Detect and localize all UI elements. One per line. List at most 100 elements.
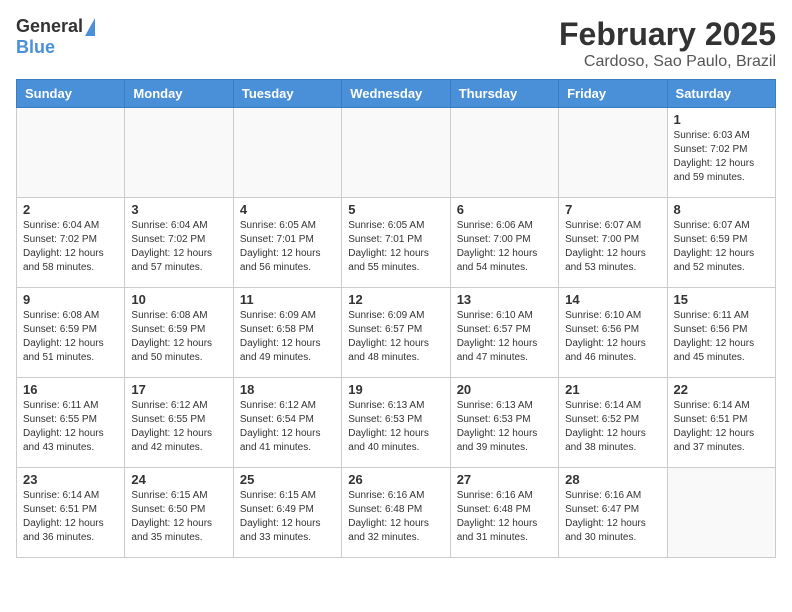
- day-info: Sunrise: 6:14 AM Sunset: 6:51 PM Dayligh…: [23, 489, 118, 545]
- calendar-cell: 12 Sunrise: 6:09 AM Sunset: 6:57 PM Dayli…: [342, 288, 450, 378]
- day-number: 11: [240, 292, 335, 307]
- weekday-header-row: SundayMondayTuesdayWednesdayThursdayFrid…: [17, 80, 776, 108]
- day-number: 24: [131, 472, 226, 487]
- day-number: 23: [23, 472, 118, 487]
- day-info: Sunrise: 6:06 AM Sunset: 7:00 PM Dayligh…: [457, 219, 552, 275]
- day-info: Sunrise: 6:12 AM Sunset: 6:55 PM Dayligh…: [131, 399, 226, 455]
- logo-general-text: General: [16, 16, 83, 37]
- day-number: 7: [565, 202, 660, 217]
- page-header: General Blue February 2025 Cardoso, Sao …: [16, 16, 776, 71]
- logo: General Blue: [16, 16, 95, 58]
- calendar-cell: [450, 108, 558, 198]
- calendar-cell: 14 Sunrise: 6:10 AM Sunset: 6:56 PM Dayli…: [559, 288, 667, 378]
- day-number: 6: [457, 202, 552, 217]
- day-number: 10: [131, 292, 226, 307]
- week-row-3: 9Sunrise: 6:08 AM Sunset: 6:59 PM Daylig…: [17, 288, 776, 378]
- week-row-1: 1 Sunrise: 6:03 AM Sunset: 7:02 PM Daylig…: [17, 108, 776, 198]
- day-info: Sunrise: 6:10 AM Sunset: 6:57 PM Dayligh…: [457, 309, 552, 365]
- day-number: 4: [240, 202, 335, 217]
- day-info: Sunrise: 6:03 AM Sunset: 7:02 PM Dayligh…: [674, 129, 769, 185]
- calendar-cell: 9Sunrise: 6:08 AM Sunset: 6:59 PM Daylig…: [17, 288, 125, 378]
- day-info: Sunrise: 6:12 AM Sunset: 6:54 PM Dayligh…: [240, 399, 335, 455]
- day-number: 5: [348, 202, 443, 217]
- day-info: Sunrise: 6:13 AM Sunset: 6:53 PM Dayligh…: [348, 399, 443, 455]
- calendar-cell: [667, 468, 775, 558]
- day-number: 18: [240, 382, 335, 397]
- day-number: 2: [23, 202, 118, 217]
- calendar-cell: [233, 108, 341, 198]
- day-number: 21: [565, 382, 660, 397]
- day-info: Sunrise: 6:16 AM Sunset: 6:48 PM Dayligh…: [457, 489, 552, 545]
- weekday-header-monday: Monday: [125, 80, 233, 108]
- calendar-cell: 27 Sunrise: 6:16 AM Sunset: 6:48 PM Dayli…: [450, 468, 558, 558]
- week-row-4: 16 Sunrise: 6:11 AM Sunset: 6:55 PM Dayli…: [17, 378, 776, 468]
- day-number: 22: [674, 382, 769, 397]
- logo-blue-text: Blue: [16, 37, 55, 58]
- calendar-subtitle: Cardoso, Sao Paulo, Brazil: [559, 53, 776, 71]
- weekday-header-friday: Friday: [559, 80, 667, 108]
- day-info: Sunrise: 6:07 AM Sunset: 6:59 PM Dayligh…: [674, 219, 769, 275]
- day-number: 19: [348, 382, 443, 397]
- day-info: Sunrise: 6:10 AM Sunset: 6:56 PM Dayligh…: [565, 309, 660, 365]
- day-info: Sunrise: 6:05 AM Sunset: 7:01 PM Dayligh…: [348, 219, 443, 275]
- day-info: Sunrise: 6:07 AM Sunset: 7:00 PM Dayligh…: [565, 219, 660, 275]
- calendar-cell: 8 Sunrise: 6:07 AM Sunset: 6:59 PM Daylig…: [667, 198, 775, 288]
- calendar-cell: [559, 108, 667, 198]
- calendar-cell: 24 Sunrise: 6:15 AM Sunset: 6:50 PM Dayli…: [125, 468, 233, 558]
- day-number: 12: [348, 292, 443, 307]
- calendar-cell: 23 Sunrise: 6:14 AM Sunset: 6:51 PM Dayli…: [17, 468, 125, 558]
- calendar-cell: 21 Sunrise: 6:14 AM Sunset: 6:52 PM Dayli…: [559, 378, 667, 468]
- calendar-cell: 13Sunrise: 6:10 AM Sunset: 6:57 PM Dayli…: [450, 288, 558, 378]
- day-number: 3: [131, 202, 226, 217]
- day-number: 25: [240, 472, 335, 487]
- weekday-header-saturday: Saturday: [667, 80, 775, 108]
- calendar-cell: 17 Sunrise: 6:12 AM Sunset: 6:55 PM Dayli…: [125, 378, 233, 468]
- day-info: Sunrise: 6:08 AM Sunset: 6:59 PM Dayligh…: [23, 309, 118, 365]
- day-number: 1: [674, 112, 769, 127]
- day-info: Sunrise: 6:09 AM Sunset: 6:57 PM Dayligh…: [348, 309, 443, 365]
- calendar-cell: 10Sunrise: 6:08 AM Sunset: 6:59 PM Dayli…: [125, 288, 233, 378]
- calendar-cell: 25 Sunrise: 6:15 AM Sunset: 6:49 PM Dayli…: [233, 468, 341, 558]
- day-info: Sunrise: 6:11 AM Sunset: 6:56 PM Dayligh…: [674, 309, 769, 365]
- day-number: 26: [348, 472, 443, 487]
- logo-triangle-icon: [85, 18, 95, 36]
- calendar-cell: 16 Sunrise: 6:11 AM Sunset: 6:55 PM Dayli…: [17, 378, 125, 468]
- weekday-header-tuesday: Tuesday: [233, 80, 341, 108]
- day-number: 14: [565, 292, 660, 307]
- calendar-cell: 15 Sunrise: 6:11 AM Sunset: 6:56 PM Dayli…: [667, 288, 775, 378]
- day-info: Sunrise: 6:04 AM Sunset: 7:02 PM Dayligh…: [23, 219, 118, 275]
- day-number: 27: [457, 472, 552, 487]
- day-info: Sunrise: 6:14 AM Sunset: 6:51 PM Dayligh…: [674, 399, 769, 455]
- day-info: Sunrise: 6:11 AM Sunset: 6:55 PM Dayligh…: [23, 399, 118, 455]
- day-info: Sunrise: 6:16 AM Sunset: 6:47 PM Dayligh…: [565, 489, 660, 545]
- day-info: Sunrise: 6:09 AM Sunset: 6:58 PM Dayligh…: [240, 309, 335, 365]
- day-info: Sunrise: 6:13 AM Sunset: 6:53 PM Dayligh…: [457, 399, 552, 455]
- day-number: 15: [674, 292, 769, 307]
- calendar-cell: [125, 108, 233, 198]
- title-block: February 2025 Cardoso, Sao Paulo, Brazil: [559, 16, 776, 71]
- calendar-title: February 2025: [559, 16, 776, 53]
- calendar-cell: 22 Sunrise: 6:14 AM Sunset: 6:51 PM Dayli…: [667, 378, 775, 468]
- calendar-table: SundayMondayTuesdayWednesdayThursdayFrid…: [16, 79, 776, 558]
- calendar-cell: 19 Sunrise: 6:13 AM Sunset: 6:53 PM Dayli…: [342, 378, 450, 468]
- calendar-cell: 26 Sunrise: 6:16 AM Sunset: 6:48 PM Dayli…: [342, 468, 450, 558]
- day-info: Sunrise: 6:15 AM Sunset: 6:50 PM Dayligh…: [131, 489, 226, 545]
- calendar-cell: [17, 108, 125, 198]
- day-number: 20: [457, 382, 552, 397]
- day-info: Sunrise: 6:15 AM Sunset: 6:49 PM Dayligh…: [240, 489, 335, 545]
- day-number: 17: [131, 382, 226, 397]
- weekday-header-thursday: Thursday: [450, 80, 558, 108]
- weekday-header-wednesday: Wednesday: [342, 80, 450, 108]
- day-number: 16: [23, 382, 118, 397]
- day-number: 28: [565, 472, 660, 487]
- calendar-cell: 18 Sunrise: 6:12 AM Sunset: 6:54 PM Dayli…: [233, 378, 341, 468]
- day-info: Sunrise: 6:05 AM Sunset: 7:01 PM Dayligh…: [240, 219, 335, 275]
- day-info: Sunrise: 6:14 AM Sunset: 6:52 PM Dayligh…: [565, 399, 660, 455]
- calendar-cell: 28 Sunrise: 6:16 AM Sunset: 6:47 PM Dayli…: [559, 468, 667, 558]
- calendar-cell: 6 Sunrise: 6:06 AM Sunset: 7:00 PM Daylig…: [450, 198, 558, 288]
- calendar-cell: 4 Sunrise: 6:05 AM Sunset: 7:01 PM Daylig…: [233, 198, 341, 288]
- day-number: 8: [674, 202, 769, 217]
- week-row-5: 23 Sunrise: 6:14 AM Sunset: 6:51 PM Dayli…: [17, 468, 776, 558]
- day-info: Sunrise: 6:16 AM Sunset: 6:48 PM Dayligh…: [348, 489, 443, 545]
- calendar-cell: 3Sunrise: 6:04 AM Sunset: 7:02 PM Daylig…: [125, 198, 233, 288]
